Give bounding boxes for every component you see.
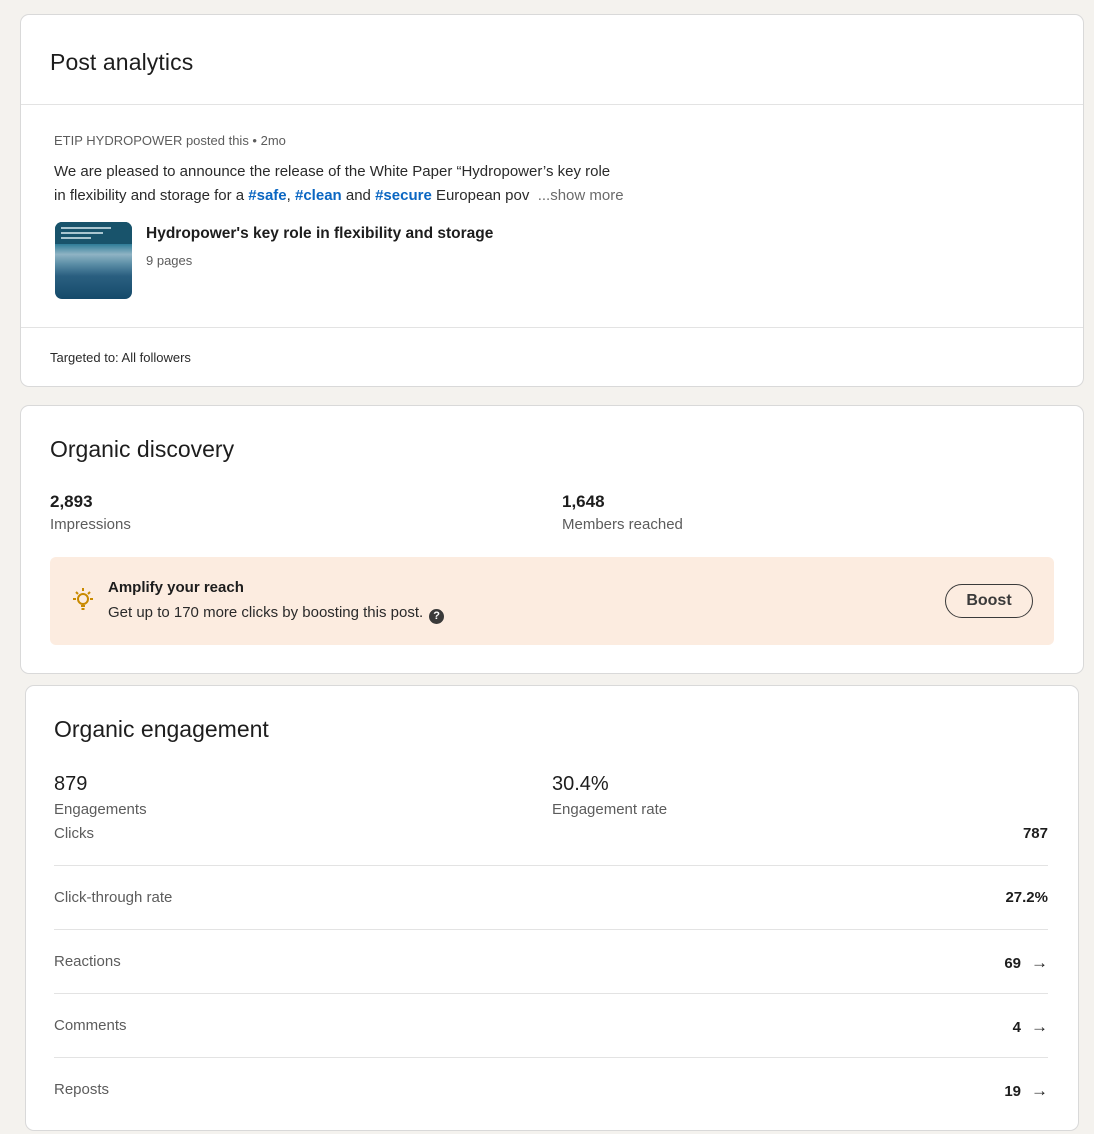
post-text-line2: in flexibility and storage for a #safe, … xyxy=(54,184,694,208)
metric-row-label: Reposts xyxy=(54,1081,110,1098)
metric-row-label: Reactions xyxy=(54,953,121,970)
metric-row-value[interactable]: 4 → xyxy=(1013,1017,1048,1037)
metric-row-label: Clicks xyxy=(54,825,94,842)
reactions-count: 69 xyxy=(1004,955,1021,972)
show-more-link[interactable]: ...show more xyxy=(529,187,624,204)
impressions-label: Impressions xyxy=(50,516,131,533)
boost-button[interactable]: Boost xyxy=(945,584,1033,618)
amplify-reach-text: Get up to 170 more clicks by boosting th… xyxy=(108,604,445,624)
metric-row-label: Click-through rate xyxy=(54,889,173,906)
divider xyxy=(54,993,1048,994)
metric-row-label: Comments xyxy=(54,1017,127,1034)
organic-engagement-card: Organic engagement 879 Engagements 30.4%… xyxy=(25,685,1079,1131)
engagements-value: 879 xyxy=(54,773,88,795)
post-meta: ETIP HYDROPOWER posted this • 2mo xyxy=(54,133,286,148)
thumbnail-text-line xyxy=(61,232,103,234)
organic-discovery-title: Organic discovery xyxy=(50,436,235,462)
amplify-reach-title: Amplify your reach xyxy=(108,579,244,596)
amplify-reach-description: Get up to 170 more clicks by boosting th… xyxy=(108,604,424,621)
divider xyxy=(21,327,1083,328)
hashtag-clean-link[interactable]: #clean xyxy=(295,187,342,204)
hashtag-safe-link[interactable]: #safe xyxy=(248,187,286,204)
arrow-right-icon[interactable]: → xyxy=(1031,1017,1048,1037)
metric-row-value: 787 xyxy=(1022,825,1048,842)
members-reached-label: Members reached xyxy=(562,516,683,533)
metric-row-value: 27.2% xyxy=(1005,889,1048,906)
amplify-reach-banner: Amplify your reach Get up to 170 more cl… xyxy=(50,557,1054,645)
thumbnail-text-line xyxy=(61,237,91,239)
metric-row-value[interactable]: 19 → xyxy=(1004,1081,1048,1101)
arrow-right-icon[interactable]: → xyxy=(1031,953,1048,973)
arrow-right-icon[interactable]: → xyxy=(1031,1081,1048,1101)
thumbnail-text-line xyxy=(61,227,111,229)
post-analytics-card: Post analytics ETIP HYDROPOWER posted th… xyxy=(20,14,1084,387)
post-text-and: and xyxy=(341,187,376,204)
help-icon[interactable]: ? xyxy=(429,609,445,624)
divider xyxy=(54,865,1048,866)
metric-row-reactions[interactable]: Reactions 69 → xyxy=(54,931,1048,995)
post-text-prefix: in flexibility and storage for a xyxy=(54,187,249,204)
post-text-suffix: European pov xyxy=(431,187,530,204)
post-analytics-title: Post analytics xyxy=(50,49,194,75)
engagement-rate-value: 30.4% xyxy=(552,773,609,795)
targeted-audience: Targeted to: All followers xyxy=(50,350,191,365)
document-pages: 9 pages xyxy=(146,253,193,268)
document-title[interactable]: Hydropower's key role in flexibility and… xyxy=(146,225,493,243)
post-text: We are pleased to announce the release o… xyxy=(54,160,694,208)
lightbulb-icon xyxy=(73,588,93,610)
divider xyxy=(21,104,1083,105)
metric-row-ctr: Click-through rate 27.2% xyxy=(54,867,1048,931)
metric-row-clicks: Clicks 787 xyxy=(54,803,1048,867)
comments-count: 4 xyxy=(1012,1019,1021,1036)
document-thumbnail[interactable] xyxy=(55,222,132,299)
divider xyxy=(54,1057,1048,1058)
organic-discovery-card: Organic discovery 2,893 Impressions 1,64… xyxy=(20,405,1084,674)
metric-row-reposts[interactable]: Reposts 19 → xyxy=(54,1059,1048,1123)
divider xyxy=(54,929,1048,930)
post-text-separator: , xyxy=(286,187,295,204)
hashtag-secure-link[interactable]: #secure xyxy=(375,187,432,204)
impressions-value: 2,893 xyxy=(50,492,93,511)
organic-engagement-title: Organic engagement xyxy=(54,716,269,742)
metric-row-comments[interactable]: Comments 4 → xyxy=(54,995,1048,1059)
members-reached-value: 1,648 xyxy=(562,492,605,511)
reposts-count: 19 xyxy=(1004,1083,1021,1100)
post-text-line1: We are pleased to announce the release o… xyxy=(54,163,611,180)
metric-row-value[interactable]: 69 → xyxy=(1004,953,1048,973)
